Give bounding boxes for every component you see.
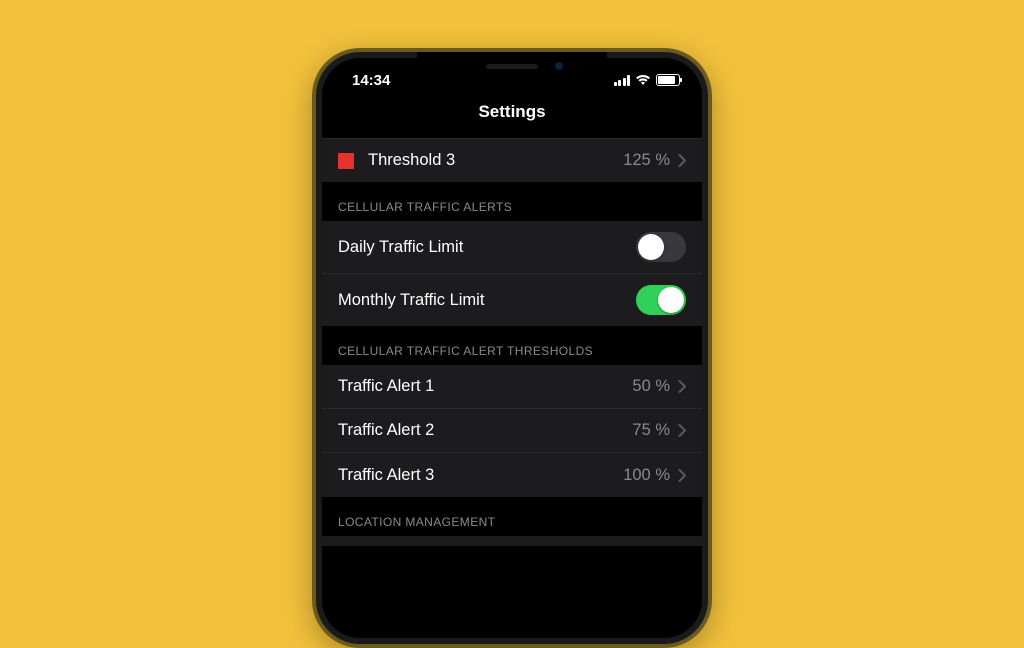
- row-monthly-traffic-limit[interactable]: Monthly Traffic Limit: [322, 274, 702, 326]
- battery-icon: [656, 74, 680, 86]
- phone-side-button: [312, 202, 313, 238]
- cell-label: Traffic Alert 3: [338, 466, 623, 485]
- speaker-grill: [486, 64, 538, 69]
- phone-side-button: [312, 252, 313, 312]
- navbar-title: Settings: [322, 94, 702, 134]
- status-time: 14:34: [352, 72, 390, 89]
- row-traffic-alert-2[interactable]: Traffic Alert 2 75 %: [322, 409, 702, 453]
- chevron-right-icon: [678, 154, 686, 167]
- status-right-cluster: [614, 74, 681, 86]
- front-camera: [555, 62, 563, 70]
- section-header-thresholds: CELLULAR TRAFFIC ALERT THRESHOLDS: [322, 326, 702, 365]
- chevron-right-icon: [678, 380, 686, 393]
- cell-label: Threshold 3: [368, 151, 623, 170]
- cell-label: Traffic Alert 1: [338, 377, 632, 396]
- chevron-right-icon: [678, 424, 686, 437]
- wifi-icon: [635, 74, 651, 86]
- toggle-monthly-traffic-limit[interactable]: [636, 285, 686, 315]
- cell-value: 100 %: [623, 466, 670, 485]
- row-traffic-alert-3[interactable]: Traffic Alert 3 100 %: [322, 453, 702, 497]
- threshold-group: Threshold 3 125 %: [322, 138, 702, 182]
- cell-label: Monthly Traffic Limit: [338, 291, 636, 310]
- thresholds-group: Traffic Alert 1 50 % Traffic Alert 2 75 …: [322, 365, 702, 497]
- phone-side-button: [711, 222, 712, 292]
- settings-list[interactable]: Threshold 3 125 % CELLULAR TRAFFIC ALERT…: [322, 138, 702, 638]
- phone-frame: 14:34 Settings Threshold 3 1: [312, 48, 712, 648]
- row-traffic-alert-1[interactable]: Traffic Alert 1 50 %: [322, 365, 702, 409]
- row-daily-traffic-limit[interactable]: Daily Traffic Limit: [322, 221, 702, 274]
- cell-label: Daily Traffic Limit: [338, 238, 636, 257]
- traffic-alerts-group: Daily Traffic Limit Monthly Traffic Limi…: [322, 221, 702, 326]
- phone-notch: [417, 52, 607, 80]
- cell-value: 75 %: [632, 421, 670, 440]
- toggle-daily-traffic-limit[interactable]: [636, 232, 686, 262]
- section-header-traffic-alerts: CELLULAR TRAFFIC ALERTS: [322, 182, 702, 221]
- screen: 14:34 Settings Threshold 3 1: [322, 58, 702, 638]
- cell-label: Traffic Alert 2: [338, 421, 632, 440]
- location-group: [322, 536, 702, 546]
- color-swatch-icon: [338, 153, 354, 169]
- row-threshold-3[interactable]: Threshold 3 125 %: [322, 138, 702, 182]
- section-header-location: LOCATION MANAGEMENT: [322, 497, 702, 536]
- cell-value: 125 %: [623, 151, 670, 170]
- chevron-right-icon: [678, 469, 686, 482]
- cell-value: 50 %: [632, 377, 670, 396]
- cellular-signal-icon: [614, 75, 631, 86]
